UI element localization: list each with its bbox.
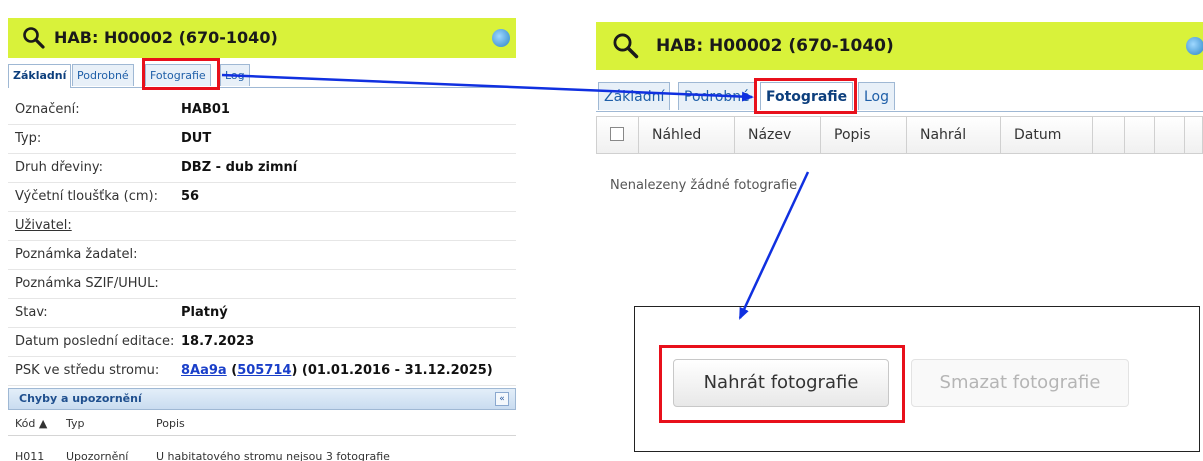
prop-poznamka-szif: Poznámka SZIF/UHUL: <box>8 270 516 299</box>
warnings-section-header[interactable]: Chyby a upozornění « <box>8 388 516 410</box>
column-label: Datum <box>1014 127 1062 143</box>
column-extra-2 <box>1125 117 1155 153</box>
column-extra-1 <box>1093 117 1125 153</box>
tab-bar: Základní Podrobné Fotografie Log <box>8 62 516 88</box>
prop-value: 8Aa9a (505714) (01.01.2016 - 31.12.2025) <box>181 363 493 378</box>
highlight-tab-fotografie <box>142 58 220 90</box>
tab-log[interactable]: Log <box>220 64 250 86</box>
panel-header: HAB: H00002 (670-1040) <box>596 22 1203 70</box>
tab-zakladni[interactable]: Základní <box>598 82 671 110</box>
column-popis[interactable]: Popis <box>821 117 907 153</box>
column-popis[interactable]: Popis <box>156 417 185 430</box>
column-label: Název <box>748 127 792 143</box>
prop-value: HAB01 <box>181 102 230 117</box>
collapse-icon[interactable]: « <box>495 392 509 406</box>
prop-uzivatel: Uživatel: <box>8 212 516 241</box>
prop-label: Stav: <box>15 305 48 320</box>
prop-typ: Typ: DUT <box>8 125 516 154</box>
refresh-icon[interactable] <box>492 29 510 47</box>
magnifier-icon[interactable] <box>612 32 640 60</box>
prop-value: Platný <box>181 305 228 320</box>
warnings-table-header: Kód ▲ Typ Popis <box>8 412 516 436</box>
column-kod[interactable]: Kód ▲ <box>15 417 47 430</box>
prop-value: DUT <box>181 131 212 146</box>
highlight-tab-fotografie <box>754 78 857 114</box>
photos-grid-header: Náhled Název Popis Nahrál Datum <box>596 116 1203 154</box>
prop-label: Datum poslední editace: <box>15 334 175 349</box>
prop-label: PSK ve středu stromu: <box>15 363 160 378</box>
column-label: Nahrál <box>920 127 967 143</box>
panel-title: HAB: H00002 (670-1040) <box>656 36 894 56</box>
select-all-checkbox[interactable] <box>610 127 624 141</box>
column-label: Popis <box>834 127 871 143</box>
prop-label-link[interactable]: Uživatel: <box>15 218 72 233</box>
tab-bar: Základní Podrobné Fotografie Log <box>596 80 1203 112</box>
empty-message: Nenalezeny žádné fotografie <box>610 178 798 193</box>
psk-code-link[interactable]: 8Aa9a <box>181 363 227 378</box>
left-panel: HAB: H00002 (670-1040) Základní Podrobné… <box>0 0 516 461</box>
prop-psk: PSK ve středu stromu: 8Aa9a (505714) (01… <box>8 357 516 386</box>
prop-label: Druh dřeviny: <box>15 160 103 175</box>
prop-oznaceni: Označení: HAB01 <box>8 96 516 125</box>
psk-id-link[interactable]: 505714 <box>237 363 291 378</box>
prop-label: Poznámka žadatel: <box>15 247 138 262</box>
prop-label: Výčetní tloušťka (cm): <box>15 189 158 204</box>
magnifier-icon[interactable] <box>22 26 46 50</box>
highlight-upload-button <box>659 345 905 423</box>
prop-datum-editace: Datum poslední editace: 18.7.2023 <box>8 328 516 357</box>
prop-vycetni-tloustka: Výčetní tloušťka (cm): 56 <box>8 183 516 212</box>
panel-title: HAB: H00002 (670-1040) <box>54 28 278 47</box>
prop-value: 56 <box>181 189 200 204</box>
buttons-zoom-frame: Nahrát fotografie Smazat fotografie <box>634 306 1200 452</box>
cell-desc: U habitatového stromu nejsou 3 fotografi… <box>156 450 390 461</box>
tab-zakladni[interactable]: Základní <box>8 64 72 88</box>
column-nahral[interactable]: Nahrál <box>907 117 1001 153</box>
delete-photos-button[interactable]: Smazat fotografie <box>911 359 1129 407</box>
cell-type: Upozornění <box>66 450 129 461</box>
refresh-icon[interactable] <box>1186 37 1203 55</box>
column-typ[interactable]: Typ <box>66 417 85 430</box>
prop-label: Označení: <box>15 102 80 117</box>
panel-header: HAB: H00002 (670-1040) <box>8 18 516 58</box>
prop-druh-dreviny: Druh dřeviny: DBZ - dub zimní <box>8 154 516 183</box>
tab-podrobne[interactable]: Podrobné <box>678 82 756 110</box>
column-datum[interactable]: Datum <box>1001 117 1093 153</box>
section-title: Chyby a upozornění <box>19 392 142 405</box>
prop-value: 18.7.2023 <box>181 334 255 349</box>
tab-podrobne[interactable]: Podrobné <box>72 64 134 86</box>
column-nazev[interactable]: Název <box>735 117 821 153</box>
column-nahled[interactable]: Náhled <box>639 117 735 153</box>
tab-log[interactable]: Log <box>858 82 896 110</box>
psk-validity: ) (01.01.2016 - 31.12.2025) <box>291 363 493 378</box>
prop-label: Typ: <box>15 131 42 146</box>
prop-stav: Stav: Platný <box>8 299 516 328</box>
prop-poznamka-zadatel: Poznámka žadatel: <box>8 241 516 270</box>
column-label: Náhled <box>652 127 702 143</box>
prop-label: Poznámka SZIF/UHUL: <box>15 276 159 291</box>
prop-value: DBZ - dub zimní <box>181 160 298 175</box>
select-all-cell <box>597 117 639 153</box>
cell-code: H011 <box>15 450 45 461</box>
right-panel: HAB: H00002 (670-1040) Základní Podrobné… <box>596 0 1203 461</box>
column-extra-3 <box>1155 117 1185 153</box>
table-row: H011 Upozornění U habitatového stromu ne… <box>8 444 516 461</box>
